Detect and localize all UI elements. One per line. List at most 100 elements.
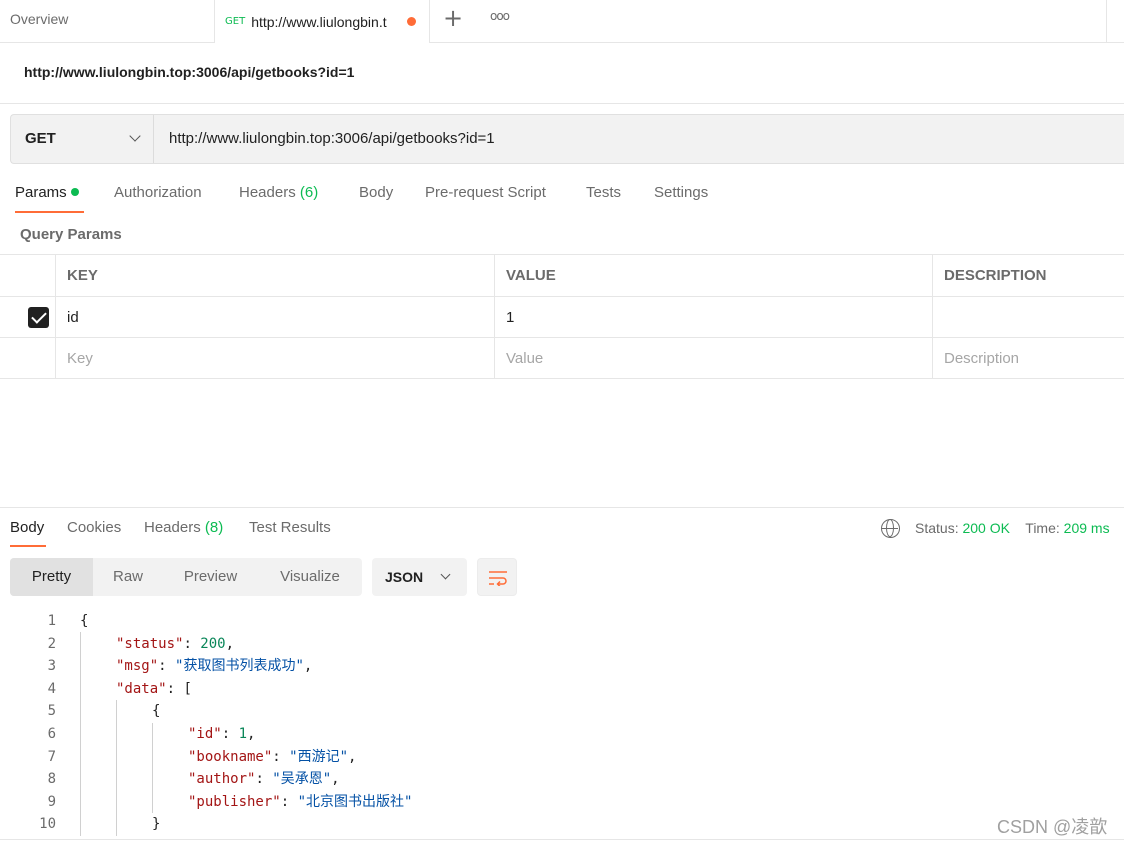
json-string: "吴承恩" <box>272 771 332 788</box>
time-label: Time: <box>1025 520 1060 536</box>
json-separator: : <box>272 748 290 765</box>
new-value-input[interactable]: Value <box>494 338 933 379</box>
tab-method-label: GET <box>225 16 246 27</box>
request-name[interactable]: http://www.liulongbin.top:3006/api/getbo… <box>24 64 354 80</box>
view-mode-group: Pretty Raw Preview Visualize <box>10 558 362 596</box>
json-string: "北京图书出版社" <box>297 793 413 810</box>
url-input[interactable]: http://www.liulongbin.top:3006/api/getbo… <box>169 130 495 147</box>
tab-headers-label: Headers <box>239 184 296 201</box>
code-text: "data": [ <box>116 678 192 701</box>
json-key: "data" <box>116 680 167 697</box>
tab-request-active[interactable]: GET http://www.liulongbin.t <box>215 0 430 43</box>
response-tab-body[interactable]: Body <box>10 519 44 536</box>
response-tab-headers[interactable]: Headers (8) <box>144 519 223 536</box>
response-headers-count: (8) <box>204 519 224 536</box>
tab-authorization[interactable]: Authorization <box>114 184 202 201</box>
tab-body[interactable]: Body <box>359 184 393 201</box>
json-key: "publisher" <box>188 793 281 810</box>
wrap-lines-button[interactable] <box>477 558 517 596</box>
response-divider[interactable] <box>0 507 1124 508</box>
tab-settings[interactable]: Settings <box>654 184 708 201</box>
wrap-lines-icon <box>489 571 507 586</box>
method-label: GET <box>25 130 56 147</box>
query-params-heading: Query Params <box>20 226 122 243</box>
line-number: 9 <box>47 793 56 810</box>
column-header-key: KEY <box>55 255 495 296</box>
json-brace: } <box>152 816 161 833</box>
line-number: 7 <box>47 748 56 765</box>
tab-tests[interactable]: Tests <box>586 184 621 201</box>
view-preview-button[interactable]: Preview <box>163 558 258 596</box>
globe-icon[interactable] <box>881 519 900 538</box>
param-key-cell[interactable]: id <box>55 297 495 338</box>
response-tab-headers-label: Headers <box>144 519 201 536</box>
code-text: "status": 200, <box>116 633 234 656</box>
format-select[interactable]: JSON <box>372 558 467 596</box>
tab-headers-count: (6) <box>299 184 319 201</box>
row-check-cell-empty <box>0 338 56 379</box>
json-number: 1 <box>238 726 248 742</box>
tab-params[interactable]: Params <box>15 184 79 201</box>
json-brace: { <box>152 703 161 720</box>
unsaved-dot-icon <box>407 17 417 26</box>
tab-url-label: http://www.liulongbin.t <box>251 13 387 30</box>
url-bar: GET http://www.liulongbin.top:3006/api/g… <box>10 114 1124 164</box>
code-text: "id": 1, <box>188 723 255 746</box>
code-text: "msg": "获取图书列表成功", <box>116 655 312 678</box>
code-text: "author": "吴承恩", <box>188 768 340 791</box>
json-punctuation: , <box>225 635 235 652</box>
divider <box>0 103 1124 104</box>
json-key: "msg" <box>116 658 159 675</box>
json-punctuation: , <box>331 771 340 788</box>
view-raw-button[interactable]: Raw <box>93 558 163 596</box>
json-separator: : <box>166 680 184 697</box>
tab-more-icon[interactable]: ooo <box>490 9 510 23</box>
param-value-cell[interactable]: 1 <box>494 297 933 338</box>
table-header-check <box>0 255 56 296</box>
new-tab-plus-icon[interactable]: + <box>443 6 463 30</box>
method-select[interactable]: GET <box>11 115 154 163</box>
row-enabled-checkbox[interactable] <box>28 307 49 328</box>
tab-bar: Overview GET http://www.liulongbin.t + o… <box>0 0 1124 43</box>
watermark: CSDN @凌歆 <box>997 817 1108 837</box>
chevron-down-icon <box>129 130 141 142</box>
column-header-description: DESCRIPTION <box>932 255 1124 296</box>
line-number: 4 <box>47 680 56 697</box>
new-description-input[interactable]: Description <box>932 338 1124 379</box>
json-key: "status" <box>116 635 184 652</box>
json-separator: : <box>221 726 239 742</box>
response-tab-test-results[interactable]: Test Results <box>249 519 331 536</box>
status-label: Status: <box>915 520 959 536</box>
indent-guide <box>152 723 153 813</box>
json-brace: { <box>80 613 89 629</box>
line-number: 5 <box>47 703 56 720</box>
json-separator: : <box>158 658 176 675</box>
table-header-row: KEY VALUE DESCRIPTION <box>0 254 1124 296</box>
json-separator: : <box>280 793 298 810</box>
tab-prerequest-script[interactable]: Pre-request Script <box>425 184 546 201</box>
param-description-cell[interactable] <box>932 297 1124 338</box>
tab-separator <box>1106 0 1107 43</box>
status-value[interactable]: 200 OK <box>962 520 1009 536</box>
response-status: Status: 200 OK Time: 209 ms <box>915 520 1110 536</box>
code-text: "bookname": "西游记", <box>188 746 356 769</box>
response-body-viewer[interactable]: 1 {2 "status": 200, 3 "msg": "获取图书列表成功", 4 "da… <box>0 610 1124 836</box>
response-tab-cookies[interactable]: Cookies <box>67 519 121 536</box>
tab-headers[interactable]: Headers (6) <box>239 184 318 201</box>
tab-overview[interactable]: Overview <box>0 0 215 43</box>
time-value[interactable]: 209 ms <box>1064 520 1110 536</box>
code-text: } <box>152 813 160 836</box>
view-pretty-button[interactable]: Pretty <box>10 558 93 596</box>
table-row-new: Key Value Description <box>0 337 1124 379</box>
chevron-down-icon <box>440 569 451 580</box>
params-active-dot-icon <box>70 188 79 197</box>
row-check-cell <box>0 297 56 338</box>
view-visualize-button[interactable]: Visualize <box>258 558 362 596</box>
response-tab-underline <box>10 545 46 547</box>
table-bottom-border <box>0 378 1124 379</box>
json-number: 200 <box>200 635 226 652</box>
code-text: { <box>80 610 88 633</box>
new-key-input[interactable]: Key <box>55 338 495 379</box>
format-label: JSON <box>385 569 424 585</box>
json-key: "id" <box>188 726 222 742</box>
